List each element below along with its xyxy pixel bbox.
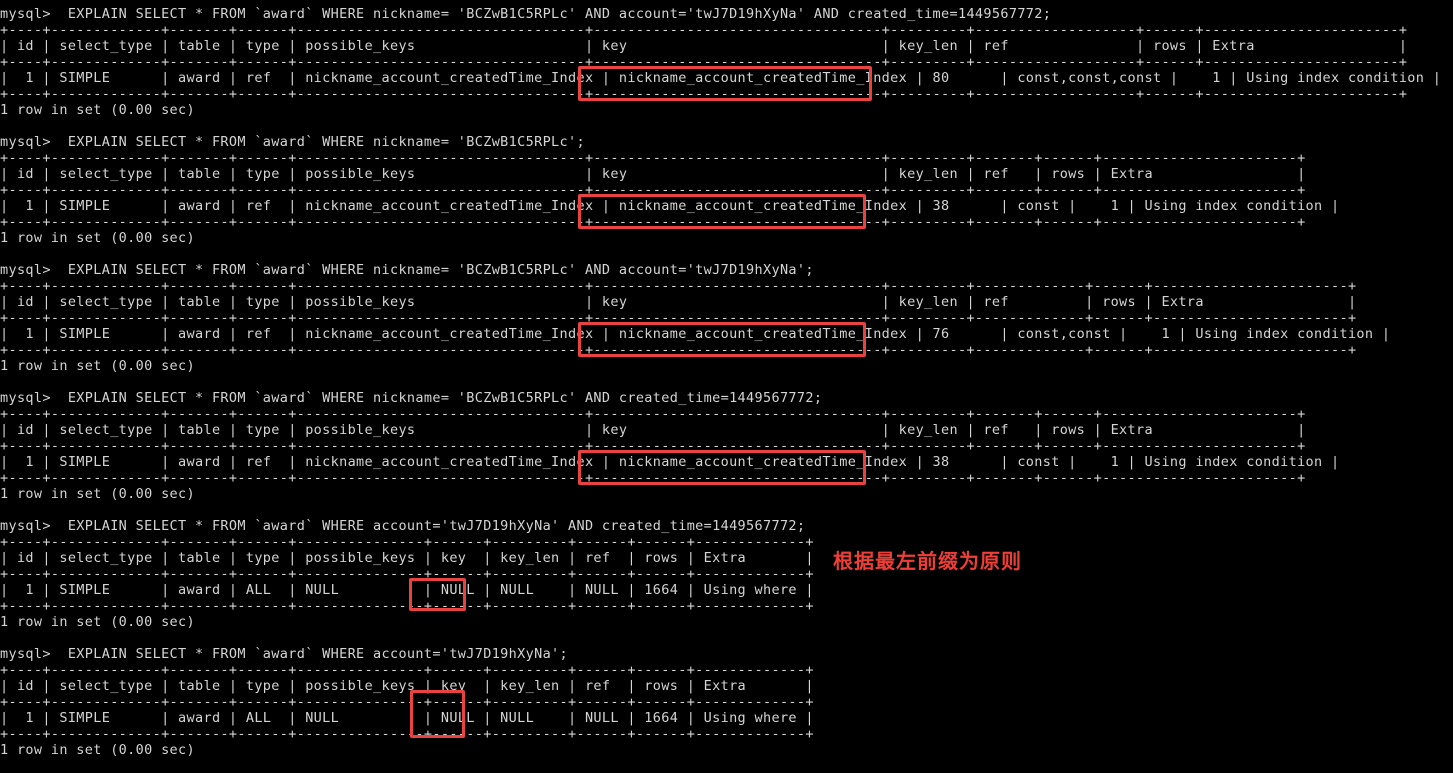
table-rule-bottom-1: +----+-------------+-------+------+-----… bbox=[0, 86, 1408, 102]
table-header-row-6: | id | select_type | table | type | poss… bbox=[0, 678, 814, 694]
table-rule-bottom-3: +----+-------------+-------+------+-----… bbox=[0, 342, 1357, 358]
table-data-row-5: | 1 | SIMPLE | award | ALL | NULL | NULL… bbox=[0, 582, 814, 598]
status-line-1: 1 row in set (0.00 sec) bbox=[0, 102, 195, 118]
table-rule-bottom-4: +----+-------------+-------+------+-----… bbox=[0, 470, 1306, 486]
block-spacer-1 bbox=[0, 118, 1453, 134]
table-rule-mid-2: +----+-------------+-------+------+-----… bbox=[0, 182, 1306, 198]
explain-block-2: mysql> EXPLAIN SELECT * FROM `award` WHE… bbox=[0, 134, 1453, 262]
command-line-4[interactable]: mysql> EXPLAIN SELECT * FROM `award` WHE… bbox=[0, 390, 1453, 406]
explain-block-6: mysql> EXPLAIN SELECT * FROM `award` WHE… bbox=[0, 646, 1453, 758]
status-line-6: 1 row in set (0.00 sec) bbox=[0, 742, 195, 758]
status-line-5: 1 row in set (0.00 sec) bbox=[0, 614, 195, 630]
table-rule-top-6: +----+-------------+-------+------+-----… bbox=[0, 662, 814, 678]
table-rule-mid-1: +----+-------------+-------+------+-----… bbox=[0, 54, 1408, 70]
explain-block-4: mysql> EXPLAIN SELECT * FROM `award` WHE… bbox=[0, 390, 1453, 518]
table-data-row-4: | 1 | SIMPLE | award | ref | nickname_ac… bbox=[0, 454, 1340, 470]
explain-block-1: mysql> EXPLAIN SELECT * FROM `award` WHE… bbox=[0, 6, 1453, 134]
table-header-row-2: | id | select_type | table | type | poss… bbox=[0, 166, 1306, 182]
status-line-4: 1 row in set (0.00 sec) bbox=[0, 486, 195, 502]
annotation-text: 根据最左前缀为原则 bbox=[833, 549, 1022, 573]
table-rule-mid-6: +----+-------------+-------+------+-----… bbox=[0, 694, 814, 710]
table-data-row-3: | 1 | SIMPLE | award | ref | nickname_ac… bbox=[0, 326, 1391, 342]
table-rule-top-5: +----+-------------+-------+------+-----… bbox=[0, 534, 814, 550]
explain-block-5: mysql> EXPLAIN SELECT * FROM `award` WHE… bbox=[0, 518, 1453, 646]
block-spacer-3 bbox=[0, 374, 1453, 390]
block-spacer-5 bbox=[0, 630, 1453, 646]
status-line-2: 1 row in set (0.00 sec) bbox=[0, 230, 195, 246]
explain-block-3: mysql> EXPLAIN SELECT * FROM `award` WHE… bbox=[0, 262, 1453, 390]
table-data-row-6: | 1 | SIMPLE | award | ALL | NULL | NULL… bbox=[0, 710, 814, 726]
table-header-row-4: | id | select_type | table | type | poss… bbox=[0, 422, 1306, 438]
command-line-2[interactable]: mysql> EXPLAIN SELECT * FROM `award` WHE… bbox=[0, 134, 1453, 150]
table-rule-bottom-2: +----+-------------+-------+------+-----… bbox=[0, 214, 1306, 230]
table-rule-top-2: +----+-------------+-------+------+-----… bbox=[0, 150, 1306, 166]
terminal-output: mysql> EXPLAIN SELECT * FROM `award` WHE… bbox=[0, 6, 1453, 758]
table-header-row-3: | id | select_type | table | type | poss… bbox=[0, 294, 1357, 310]
table-rule-bottom-5: +----+-------------+-------+------+-----… bbox=[0, 598, 814, 614]
table-rule-top-4: +----+-------------+-------+------+-----… bbox=[0, 406, 1306, 422]
table-header-row-1: | id | select_type | table | type | poss… bbox=[0, 38, 1408, 54]
table-header-row-5: | id | select_type | table | type | poss… bbox=[0, 550, 814, 566]
command-line-5[interactable]: mysql> EXPLAIN SELECT * FROM `award` WHE… bbox=[0, 518, 1453, 534]
table-rule-mid-5: +----+-------------+-------+------+-----… bbox=[0, 566, 814, 582]
table-rule-top-1: +----+-------------+-------+------+-----… bbox=[0, 22, 1408, 38]
command-line-6[interactable]: mysql> EXPLAIN SELECT * FROM `award` WHE… bbox=[0, 646, 1453, 662]
block-spacer-2 bbox=[0, 246, 1453, 262]
table-rule-mid-3: +----+-------------+-------+------+-----… bbox=[0, 310, 1357, 326]
table-data-row-1: | 1 | SIMPLE | award | ref | nickname_ac… bbox=[0, 70, 1442, 86]
block-spacer-4 bbox=[0, 502, 1453, 518]
table-rule-bottom-6: +----+-------------+-------+------+-----… bbox=[0, 726, 814, 742]
table-rule-mid-4: +----+-------------+-------+------+-----… bbox=[0, 438, 1306, 454]
table-rule-top-3: +----+-------------+-------+------+-----… bbox=[0, 278, 1357, 294]
command-line-1[interactable]: mysql> EXPLAIN SELECT * FROM `award` WHE… bbox=[0, 6, 1453, 22]
status-line-3: 1 row in set (0.00 sec) bbox=[0, 358, 195, 374]
mysql-terminal-window[interactable]: mysql> EXPLAIN SELECT * FROM `award` WHE… bbox=[0, 0, 1453, 773]
command-line-3[interactable]: mysql> EXPLAIN SELECT * FROM `award` WHE… bbox=[0, 262, 1453, 278]
table-data-row-2: | 1 | SIMPLE | award | ref | nickname_ac… bbox=[0, 198, 1340, 214]
